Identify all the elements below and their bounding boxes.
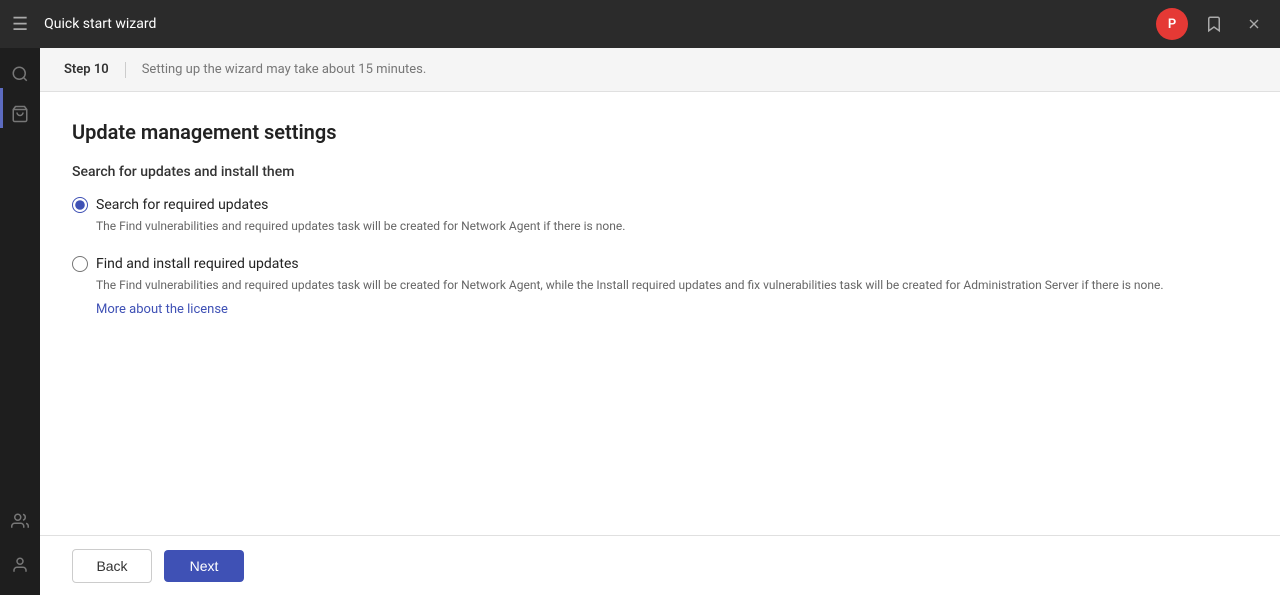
radio-row-find-install: Find and install required updates [72,255,1248,272]
next-button[interactable]: Next [164,550,244,582]
top-bar: ☰ Quick start wizard P [0,0,1280,48]
close-icon[interactable] [1240,10,1268,38]
content-area: Step 10 Setting up the wizard may take a… [40,48,1280,595]
main-layout: Step 10 Setting up the wizard may take a… [0,48,1280,595]
sidebar-icon-person[interactable] [2,547,38,583]
radio-desc-find-install: The Find vulnerabilities and required up… [72,276,1248,294]
step-label: Step 10 [64,62,109,77]
page-content: Update management settings Search for up… [40,92,1280,535]
user-avatar[interactable]: P [1156,8,1188,40]
top-bar-left: ☰ Quick start wizard [12,14,156,35]
hamburger-icon[interactable]: ☰ [12,14,28,35]
radio-option-find-install: Find and install required updates The Fi… [72,255,1248,317]
step-divider [125,62,126,78]
step-bar: Step 10 Setting up the wizard may take a… [40,48,1280,92]
page-title: Update management settings [72,120,1248,144]
app-title: Quick start wizard [44,16,156,32]
left-sidebar [0,48,40,595]
back-button[interactable]: Back [72,549,152,583]
sidebar-icon-bag[interactable] [2,96,38,132]
footer: Back Next [40,535,1280,595]
sidebar-accent [0,88,3,128]
radio-option-search: Search for required updates The Find vul… [72,196,1248,235]
radio-row-search: Search for required updates [72,196,1248,213]
top-bar-right: P [1156,8,1268,40]
radio-desc-search: The Find vulnerabilities and required up… [72,217,1248,235]
section-title: Search for updates and install them [72,164,1248,180]
step-description: Setting up the wizard may take about 15 … [142,62,427,77]
sidebar-icon-users[interactable] [2,503,38,539]
radio-search-required[interactable] [72,197,88,213]
sidebar-bottom [2,503,38,587]
more-about-license-link[interactable]: More about the license [72,302,1248,317]
radio-group: Search for required updates The Find vul… [72,196,1248,317]
radio-label-search[interactable]: Search for required updates [96,197,268,213]
bookmark-icon[interactable] [1200,10,1228,38]
sidebar-icon-search[interactable] [2,56,38,92]
radio-find-install[interactable] [72,256,88,272]
radio-label-find-install[interactable]: Find and install required updates [96,256,299,272]
